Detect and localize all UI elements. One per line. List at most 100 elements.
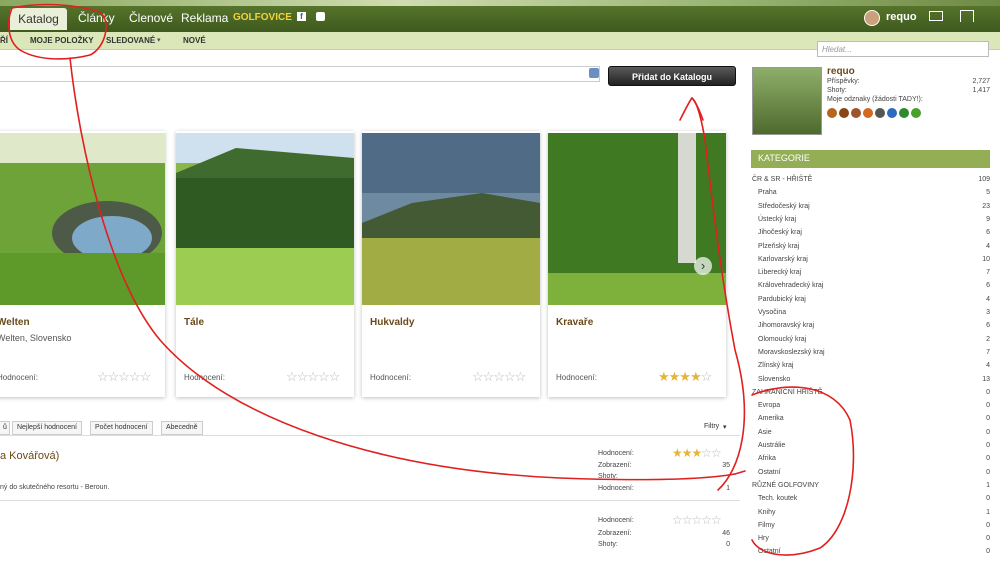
rating-label: Hodnocení:	[598, 517, 634, 524]
rating-stars[interactable]: ★★★★☆	[658, 369, 712, 385]
category-item[interactable]: Liberecký kraj	[758, 269, 801, 276]
category-item[interactable]: RŮZNÉ GOLFOVINY	[752, 482, 819, 489]
rating-stars[interactable]: ★★★☆☆	[672, 446, 722, 460]
category-item[interactable]: Plzeňský kraj	[758, 243, 799, 250]
badge-icon[interactable]	[899, 108, 909, 118]
card-title[interactable]: Hukvaldy	[370, 317, 414, 328]
category-count: 0	[986, 495, 990, 503]
category-item[interactable]: Hry	[758, 535, 769, 542]
category-item[interactable]: Zlínský kraj	[758, 362, 793, 369]
header-decoration	[0, 0, 1000, 6]
category-item[interactable]: Karlovarský kraj	[758, 256, 808, 263]
category-item[interactable]: Pardubický kraj	[758, 296, 806, 303]
profile-name[interactable]: requo	[827, 66, 855, 77]
nav-reklama[interactable]: Reklama	[181, 11, 228, 25]
category-item[interactable]: Vysočina	[758, 309, 786, 316]
rating-stars[interactable]: ☆☆☆☆☆	[286, 369, 340, 385]
badge-icon[interactable]	[851, 108, 861, 118]
nav-clanky[interactable]: Články	[78, 11, 115, 25]
sort-tab-alphabetical[interactable]: Abecedně	[161, 421, 203, 435]
category-item[interactable]: Jihomoravský kraj	[758, 322, 814, 329]
category-item[interactable]: Knihy	[758, 509, 776, 516]
category-item[interactable]: Filmy	[758, 522, 775, 529]
category-item[interactable]: ČR & SR - HŘIŠTĚ	[752, 176, 812, 183]
category-item[interactable]: Olomoucký kraj	[758, 336, 806, 343]
category-item[interactable]: Ústecký kraj	[758, 216, 796, 223]
card-title[interactable]: Welten	[0, 317, 30, 328]
nav-clenove[interactable]: Členové	[129, 11, 173, 25]
subnav-sledovane[interactable]: SLEDOVANÉ	[106, 36, 155, 45]
avatar[interactable]	[752, 67, 822, 135]
user-name[interactable]: requo	[886, 11, 917, 23]
category-count: 0	[986, 521, 990, 529]
category-item[interactable]: Evropa	[758, 402, 780, 409]
catalog-card[interactable]: › Kravaře Hodnocení: ★★★★☆	[548, 131, 726, 397]
rating-stars[interactable]: ☆☆☆☆☆	[472, 369, 526, 385]
category-count: 4	[986, 242, 990, 250]
subnav-moje-polozky[interactable]: MOJE POLOŽKY	[30, 36, 94, 45]
category-count: 6	[986, 229, 990, 237]
catalog-card[interactable]: Welten Welten, Slovensko Hodnocení: ☆☆☆☆…	[0, 131, 165, 397]
card-title[interactable]: Kravaře	[556, 317, 593, 328]
card-title[interactable]: Tále	[184, 317, 204, 328]
card-image	[548, 133, 726, 305]
subnav-nove[interactable]: NOVÉ	[183, 36, 206, 45]
flag-icon[interactable]	[960, 10, 974, 22]
rating-label: Hodnocení:	[598, 450, 634, 457]
sort-tab-best-rating[interactable]: Nejlepší hodnocení	[12, 421, 82, 435]
category-item[interactable]: Slovensko	[758, 376, 790, 383]
badges-label[interactable]: Moje odznaky (žádosti TADY!):	[827, 96, 923, 103]
badge-icon[interactable]	[911, 108, 921, 118]
views-count: 46	[722, 530, 730, 537]
category-item[interactable]: Austrálie	[758, 442, 785, 449]
category-item[interactable]: Tech. koutek	[758, 495, 797, 502]
list-item-title[interactable]: a Kovářová)	[0, 450, 59, 462]
rating-count: 1	[726, 485, 730, 492]
external-link-icon[interactable]	[589, 68, 599, 78]
category-item[interactable]: Královehradecký kraj	[758, 282, 823, 289]
card-image	[362, 133, 540, 305]
catalog-filter-input[interactable]	[0, 66, 600, 82]
sort-tab-rating-count[interactable]: Počet hodnocení	[90, 421, 153, 435]
filters-button[interactable]: Filtry	[704, 423, 719, 430]
rating-stars[interactable]: ☆☆☆☆☆	[672, 513, 722, 527]
category-item[interactable]: Amerika	[758, 415, 784, 422]
subnav-item[interactable]: ŘÍ	[0, 36, 8, 45]
badge-icon[interactable]	[887, 108, 897, 118]
chevron-down-icon[interactable]: ▾	[157, 36, 161, 44]
chevron-right-icon[interactable]: ›	[694, 257, 712, 275]
category-count: 0	[986, 388, 990, 396]
add-to-catalog-button[interactable]: Přidat do Katalogu	[608, 66, 736, 86]
rating-label: Hodnocení:	[598, 485, 634, 492]
category-count: 5	[986, 189, 990, 197]
youtube-icon[interactable]	[316, 12, 325, 21]
chevron-down-icon[interactable]: ▾	[723, 423, 727, 431]
mail-icon[interactable]	[929, 11, 943, 21]
search-input[interactable]: Hledat...	[817, 41, 989, 57]
badge-icon[interactable]	[863, 108, 873, 118]
tab-katalog[interactable]: Katalog	[10, 8, 67, 30]
category-item[interactable]: Středočeský kraj	[758, 203, 810, 210]
facebook-icon[interactable]: f	[297, 12, 306, 21]
views-label: Zobrazení:	[598, 462, 632, 469]
badge-icon[interactable]	[875, 108, 885, 118]
rating-stars[interactable]: ☆☆☆☆☆	[97, 369, 151, 385]
user-avatar-icon[interactable]	[864, 10, 880, 26]
category-item[interactable]: Ostatní	[758, 548, 781, 555]
catalog-card[interactable]: Tále Hodnocení: ☆☆☆☆☆	[176, 131, 354, 397]
catalog-card[interactable]: Hukvaldy Hodnocení: ☆☆☆☆☆	[362, 131, 540, 397]
sort-tab[interactable]: ů	[0, 421, 10, 435]
category-item[interactable]: Jihočeský kraj	[758, 229, 802, 236]
card-image	[0, 133, 165, 305]
category-item[interactable]: Praha	[758, 189, 777, 196]
badge-icon[interactable]	[839, 108, 849, 118]
golfovice-logo[interactable]: GOLFOVICE	[233, 12, 292, 23]
category-count: 4	[986, 362, 990, 370]
category-item[interactable]: Moravskoslezský kraj	[758, 349, 825, 356]
badge-icon[interactable]	[827, 108, 837, 118]
category-item[interactable]: Asie	[758, 429, 772, 436]
category-item[interactable]: Afrika	[758, 455, 776, 462]
category-item[interactable]: ZAHRANIČNÍ HŘIŠTĚ	[752, 389, 822, 396]
category-item[interactable]: Ostatní	[758, 469, 781, 476]
category-count: 6	[986, 322, 990, 330]
